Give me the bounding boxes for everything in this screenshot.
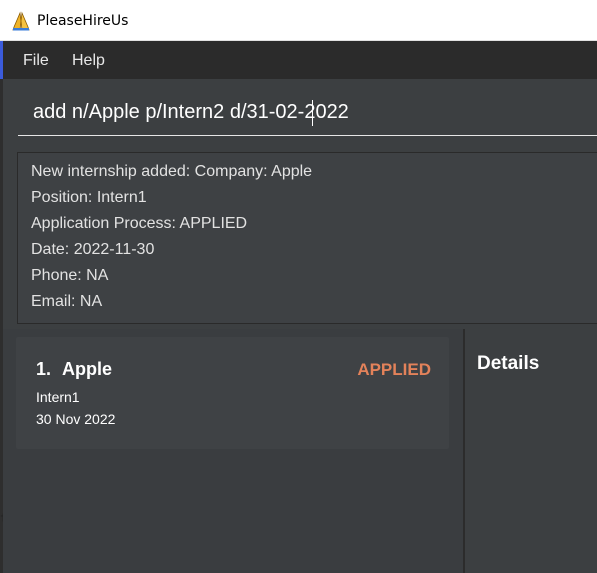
result-line: Position: Intern1 [31,189,147,206]
internship-card[interactable]: 1. Apple APPLIED Intern1 30 Nov 2022 [16,337,449,449]
details-title: Details [477,353,540,374]
card-company: Apple [62,359,113,379]
window-title: PleaseHireUs [37,13,129,29]
result-line: Date: 2022-11-30 [31,241,155,258]
app-window: File Help add n/Apple p/Intern2 d/31-02-… [3,41,597,573]
menu-bar: File Help [3,41,597,79]
menu-help[interactable]: Help [72,52,105,70]
status-badge: APPLIED [357,360,431,379]
internship-list: 1. Apple APPLIED Intern1 30 Nov 2022 [3,329,463,573]
result-line: Phone: NA [31,267,109,284]
result-line: Email: NA [31,293,103,310]
card-position: Intern1 [36,389,80,405]
title-bar: PleaseHireUs [0,0,597,41]
result-display: New internship added: Company: Apple Pos… [17,152,597,324]
details-panel: Details [465,329,597,573]
card-index: 1. [36,359,52,379]
command-text-before-caret: add n/Apple p/Intern2 d/31-02 [33,101,298,123]
menu-file[interactable]: File [23,52,49,70]
command-text-after-caret: -2022 [297,101,349,123]
result-line: Application Process: APPLIED [31,215,248,232]
card-date: 30 Nov 2022 [36,411,116,427]
lower-area: 1. Apple APPLIED Intern1 30 Nov 2022 Det… [3,329,597,573]
praying-hands-icon [12,11,30,31]
command-input[interactable]: add n/Apple p/Intern2 d/31-02-2022 [18,94,597,136]
result-line: New internship added: Company: Apple [31,163,313,180]
text-caret [312,100,313,126]
